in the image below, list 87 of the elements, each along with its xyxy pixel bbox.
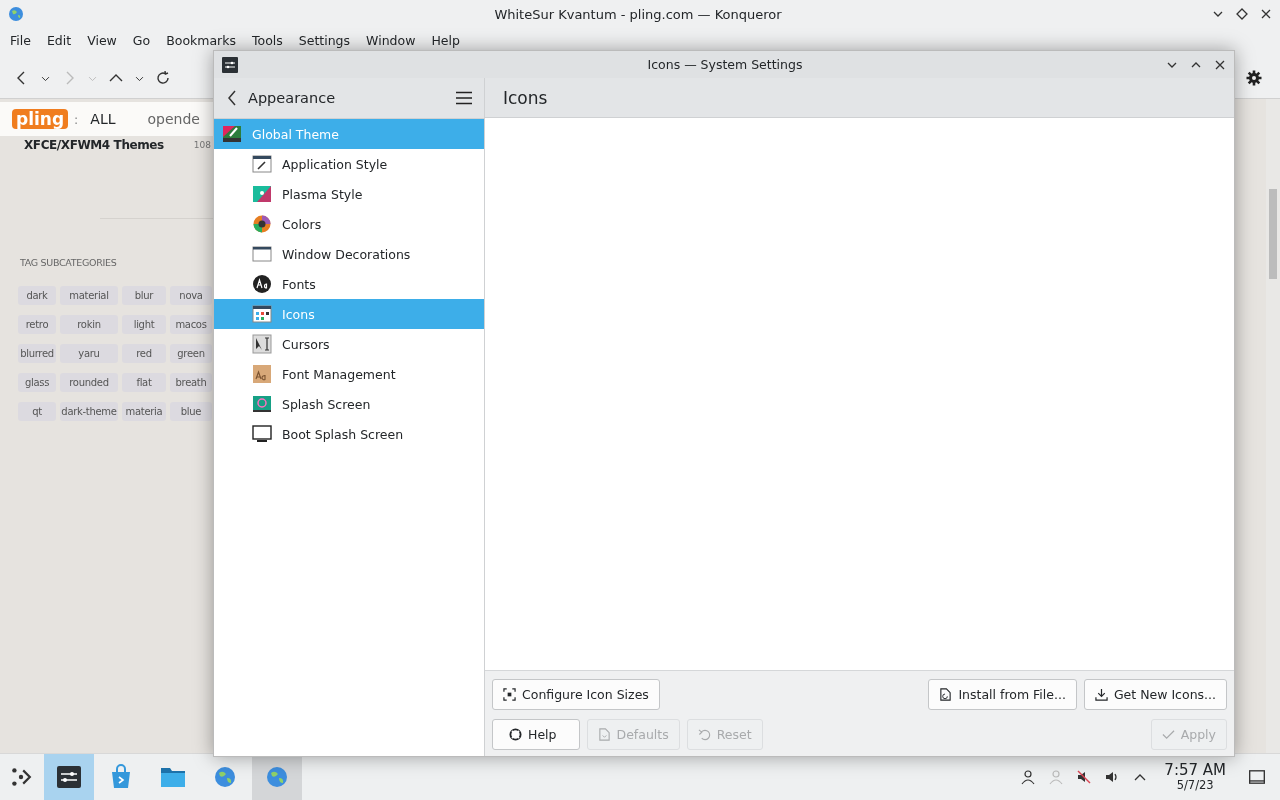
taskbar-app[interactable] (44, 754, 94, 800)
search-field[interactable]: opende (147, 111, 200, 127)
tag[interactable]: macos (170, 315, 212, 334)
document-icon (597, 728, 611, 741)
tag[interactable]: dark (18, 286, 56, 305)
tag[interactable]: green (170, 344, 212, 363)
sidebar-item[interactable]: Cursors (214, 329, 484, 359)
menu-item[interactable]: View (79, 32, 125, 48)
tag[interactable]: rounded (60, 373, 118, 392)
close-icon[interactable] (1260, 8, 1272, 20)
color-wheel-icon (252, 214, 272, 234)
monitor-icon (252, 424, 272, 444)
launcher-icon[interactable] (10, 766, 32, 788)
font-icon (252, 274, 272, 294)
muted-speaker-icon[interactable] (1076, 769, 1093, 785)
tag[interactable]: blur (122, 286, 166, 305)
tag[interactable]: blurred (18, 344, 56, 363)
sidebar-item[interactable]: Splash Screen (214, 389, 484, 419)
menu-item[interactable]: File (2, 32, 39, 48)
download-icon (1094, 688, 1108, 701)
action-button[interactable]: Get New Icons... (1083, 679, 1227, 710)
window-title: Icons — System Settings (646, 57, 804, 72)
tag[interactable]: rokin (60, 315, 118, 334)
section-title: Appearance (248, 90, 336, 106)
scrollbar[interactable] (1266, 99, 1280, 753)
menu-item[interactable]: Bookmarks (158, 32, 244, 48)
action-button[interactable]: Configure Icon Sizes (492, 679, 660, 710)
globe-icon (8, 6, 24, 22)
menu-icon[interactable] (456, 91, 472, 105)
menu-item[interactable]: Tools (244, 32, 291, 48)
category-title[interactable]: XFCE/XFWM4 Themes (24, 138, 164, 152)
menu-item[interactable]: Go (124, 32, 159, 48)
scope-dropdown[interactable]: ALL (90, 111, 116, 127)
menu-item[interactable]: Settings (290, 32, 359, 48)
icons-grid-icon (252, 304, 272, 324)
resize-icon (503, 688, 516, 701)
section-heading: TAG SUBCATEGORIES (20, 257, 118, 268)
menu-item[interactable]: Help (423, 32, 468, 48)
tag[interactable]: material (60, 286, 118, 305)
settings-icon[interactable] (1246, 70, 1262, 86)
splash-icon (252, 394, 272, 414)
sidebar-item[interactable]: Colors (214, 209, 484, 239)
lifebuoy-icon (509, 728, 522, 741)
tag[interactable]: dark-theme (60, 402, 118, 421)
tag[interactable]: blue (170, 402, 212, 421)
settings-app-icon (222, 56, 238, 73)
plasma-icon (252, 184, 272, 204)
settings-app-icon (55, 763, 83, 791)
window-icon (252, 244, 272, 264)
tag[interactable]: flat (122, 373, 166, 392)
action-button[interactable]: Install from File... (928, 679, 1077, 710)
menu-item[interactable]: Window (358, 32, 424, 48)
checkmark-icon (1161, 728, 1175, 741)
cursor-icon (252, 334, 272, 354)
tag[interactable]: nova (170, 286, 212, 305)
tag[interactable]: red (122, 344, 166, 363)
window-title: WhiteSur Kvantum - pling.com — Konqueror (493, 6, 783, 22)
sidebar-item[interactable]: Font Management (214, 359, 484, 389)
reload-icon[interactable] (155, 70, 171, 86)
tag[interactable]: retro (18, 315, 56, 334)
category-count: 108 (193, 140, 212, 150)
tag[interactable]: qt (18, 402, 56, 421)
font-package-icon (252, 364, 272, 384)
tag[interactable]: light (122, 315, 166, 334)
tag[interactable]: breath (170, 373, 212, 392)
brush-icon (252, 154, 272, 174)
sidebar-item[interactable]: Boot Splash Screen (214, 419, 484, 449)
back-icon[interactable] (226, 90, 238, 106)
tag[interactable]: yaru (60, 344, 118, 363)
close-icon[interactable] (1214, 58, 1226, 71)
sidebar-item[interactable]: Application Style (214, 149, 484, 179)
sidebar-item[interactable]: Window Decorations (214, 239, 484, 269)
show-desktop-icon[interactable] (1248, 768, 1266, 786)
maximize-icon[interactable] (1236, 8, 1248, 20)
undo-icon (697, 728, 711, 741)
page-title: Icons (485, 78, 1234, 118)
tag[interactable]: glass (18, 373, 56, 392)
tag[interactable]: materia (122, 402, 166, 421)
document-icon (939, 688, 953, 701)
global-theme-icon (222, 124, 242, 144)
menu-item[interactable]: Edit (38, 32, 80, 48)
sidebar-item[interactable]: Fonts (214, 269, 484, 299)
action-button[interactable]: Help (492, 719, 580, 750)
clock[interactable]: 7:57 AM 5/7/23 (1164, 763, 1226, 791)
user-icon[interactable] (1020, 769, 1037, 785)
separator: : (74, 111, 79, 127)
sidebar-item[interactable]: Plasma Style (214, 179, 484, 209)
